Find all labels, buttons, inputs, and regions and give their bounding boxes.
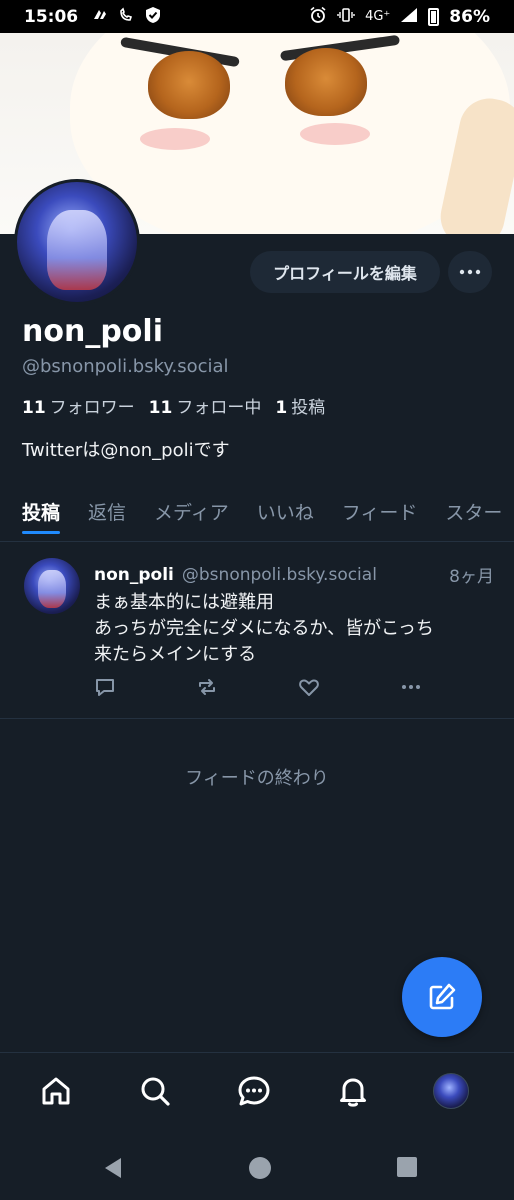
chat-icon[interactable] xyxy=(234,1071,274,1111)
compose-button[interactable] xyxy=(402,957,482,1037)
nav-profile-avatar[interactable] xyxy=(431,1071,471,1111)
post-timestamp: 8ヶ月 xyxy=(449,567,494,587)
compose-icon xyxy=(429,983,456,1010)
bottom-navigation xyxy=(0,1052,514,1136)
feed-end-label: フィードの終わり xyxy=(185,768,329,789)
profile-tabs: 投稿 返信 メディア いいね フィード スター xyxy=(0,494,514,542)
alarm-icon xyxy=(309,6,327,27)
reply-icon[interactable] xyxy=(92,674,118,700)
search-icon[interactable] xyxy=(135,1071,175,1111)
post-author-handle: @bsnonpoli.bsky.social xyxy=(181,564,377,585)
following-stat[interactable]: 11 フォロー中 xyxy=(149,393,262,418)
status-bar: 15:06 4G⁺ 86% xyxy=(0,0,514,33)
post-author-name[interactable]: non_poli xyxy=(94,565,174,585)
system-navigation xyxy=(0,1136,514,1200)
profile-bio: Twitterは@non_poliです xyxy=(22,440,230,461)
bell-icon[interactable] xyxy=(333,1071,373,1111)
post-avatar[interactable] xyxy=(24,558,80,614)
tab-feeds[interactable]: フィード xyxy=(328,494,432,541)
post-item[interactable]: non_poli @bsnonpoli.bsky.social 8ヶ月 まぁ基本… xyxy=(0,542,514,719)
tab-replies[interactable]: 返信 xyxy=(74,494,140,541)
more-options-button[interactable] xyxy=(448,251,492,293)
edit-profile-button[interactable]: プロフィールを編集 xyxy=(250,251,440,293)
ellipsis-icon xyxy=(459,269,481,275)
battery-level: 86% xyxy=(449,6,490,27)
network-type: 4G⁺ xyxy=(365,9,391,24)
wifi-call-icon xyxy=(118,7,134,26)
vibrate-icon xyxy=(337,6,355,27)
status-time: 15:06 xyxy=(24,6,79,27)
followers-stat[interactable]: 11 フォロワー xyxy=(22,393,135,418)
tab-likes[interactable]: いいね xyxy=(243,494,328,541)
post-actions xyxy=(92,674,432,702)
home-button-icon[interactable] xyxy=(248,1156,272,1184)
shield-icon xyxy=(144,6,162,27)
profile-avatar[interactable] xyxy=(14,179,140,305)
recents-icon[interactable] xyxy=(396,1156,418,1182)
profile-stats: 11 フォロワー 11 フォロー中 1 投稿 xyxy=(22,393,325,418)
notification-icon xyxy=(92,7,108,26)
signal-icon xyxy=(400,7,418,26)
repost-icon[interactable] xyxy=(194,674,220,700)
tab-starter-packs[interactable]: スター xyxy=(431,494,514,541)
back-icon[interactable] xyxy=(101,1156,125,1184)
battery-icon xyxy=(428,7,440,26)
tab-posts[interactable]: 投稿 xyxy=(0,494,74,541)
posts-stat: 1 投稿 xyxy=(275,398,326,418)
home-icon[interactable] xyxy=(36,1071,76,1111)
tab-media[interactable]: メディア xyxy=(140,494,243,541)
profile-handle: @bsnonpoli.bsky.social xyxy=(22,356,229,377)
like-icon[interactable] xyxy=(296,674,322,700)
post-text: まぁ基本的には避難用 あっちが完全にダメになるか、皆がこっち 来たらメインにする xyxy=(94,592,434,665)
display-name: non_poli xyxy=(22,314,163,349)
post-more-icon[interactable] xyxy=(398,674,424,700)
